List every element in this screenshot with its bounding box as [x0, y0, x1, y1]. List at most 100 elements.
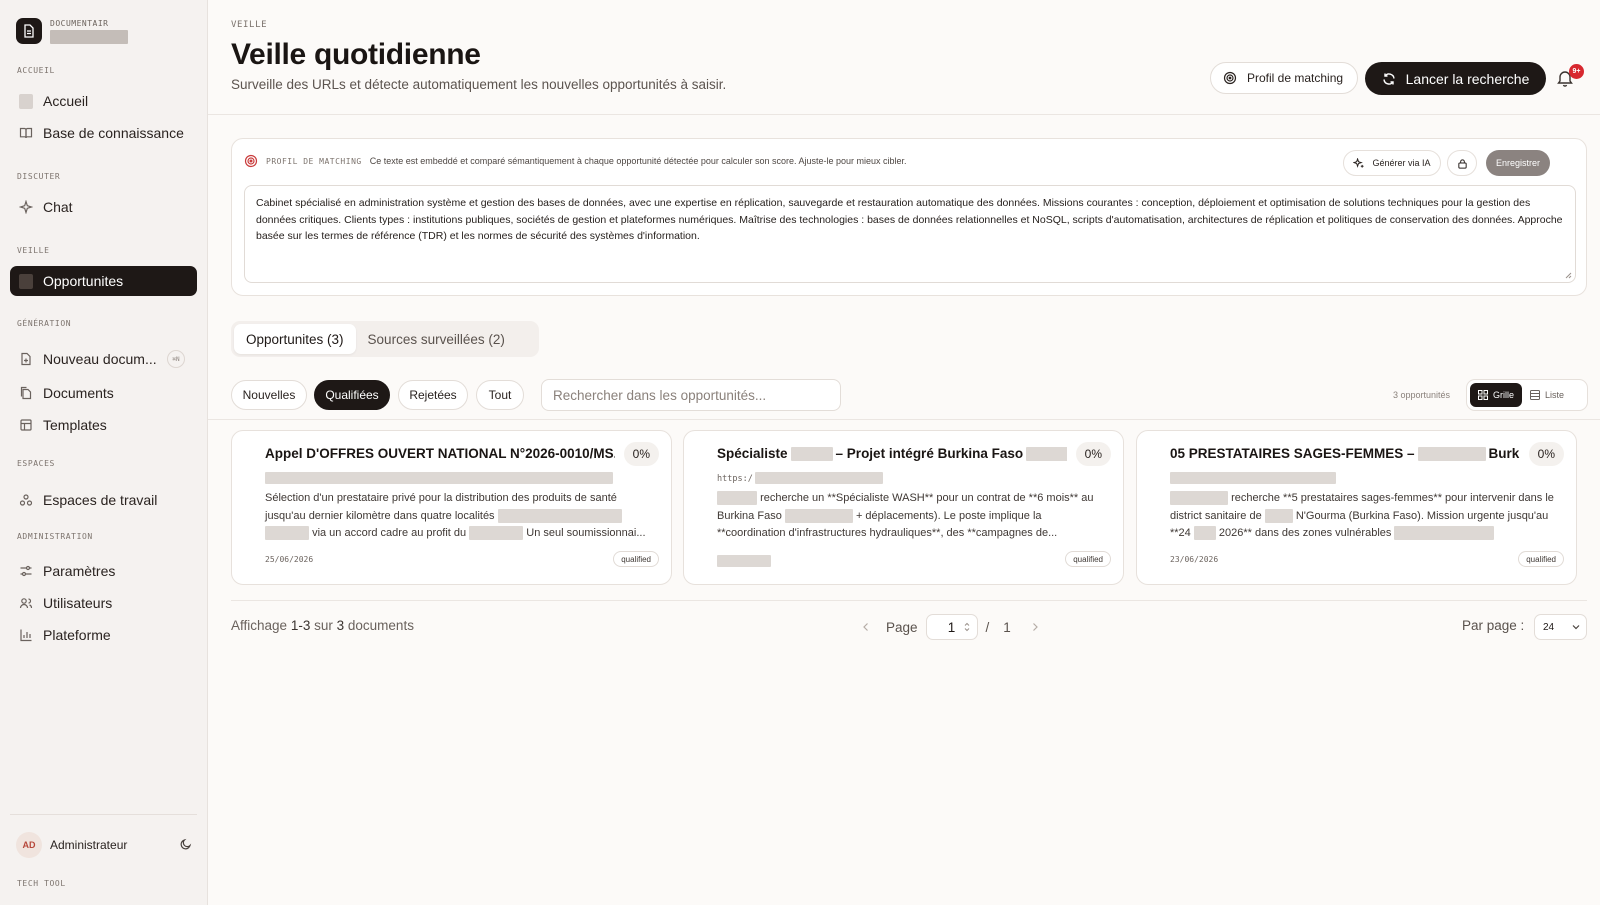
filter-rejetees[interactable]: Rejetées — [398, 380, 468, 410]
shortcut-badge: ⌘N — [167, 350, 185, 368]
sidebar-item-label: Paramètres — [43, 563, 116, 579]
redacted-text — [1193, 526, 1216, 541]
list-divider — [208, 419, 1600, 420]
page-title: Veille quotidienne — [231, 38, 481, 71]
sidebar-item-label: Accueil — [43, 93, 89, 109]
page-separator: / — [985, 619, 990, 635]
redacted-text — [790, 447, 833, 462]
save-button[interactable]: Enregistrer — [1486, 150, 1550, 176]
sidebar-item-espaces-de-travail[interactable]: Espaces de travail — [10, 485, 197, 515]
sidebar-item-label: Chat — [43, 199, 73, 215]
sidebar-item-label: Utilisateurs — [43, 595, 113, 611]
view-grid-label: Grille — [1493, 390, 1515, 400]
lock-icon — [1457, 158, 1467, 169]
redacted-text — [717, 491, 757, 506]
sidebar-item-accueil[interactable]: Accueil — [10, 86, 197, 116]
sidebar-item-base-de-connaissance[interactable]: Base de connaissance — [10, 118, 197, 148]
sidebar-item-templates[interactable]: Templates — [10, 410, 197, 440]
lock-button[interactable] — [1447, 150, 1477, 176]
section-label-generation: GÉNÉRATION — [17, 319, 72, 328]
redacted-text — [497, 508, 622, 523]
opportunity-card[interactable]: Spécialiste – Projet intégré Burkina Faso… — [683, 430, 1124, 585]
sidebar-item-utilisateurs[interactable]: Utilisateurs — [10, 588, 197, 618]
section-label-accueil: ACCUEIL — [17, 66, 55, 75]
matching-profile-text: Cabinet spécialisé en administration sys… — [256, 197, 1563, 242]
redacted-text — [1394, 526, 1495, 541]
per-page-label: Par page : — [1462, 618, 1525, 633]
template-icon — [19, 418, 33, 432]
page-label: Page — [886, 619, 918, 635]
card-source — [1170, 469, 1336, 484]
card-title: Spécialiste – Projet intégré Burkina Faso — [717, 446, 1067, 462]
sidebar-item-label: Documents — [43, 385, 114, 401]
target-icon — [244, 154, 258, 168]
workspaces-icon — [19, 493, 33, 507]
generate-ai-label: Générer via IA — [1372, 158, 1431, 168]
redacted-source — [265, 471, 613, 484]
filter-tout[interactable]: Tout — [476, 380, 524, 410]
sidebar-item-opportunites[interactable]: Opportunites — [10, 266, 197, 296]
brand[interactable]: DOCUMENTAIR — [16, 18, 128, 44]
sidebar-item-plateforme[interactable]: Plateforme — [10, 620, 197, 650]
refresh-icon — [1382, 72, 1395, 85]
theme-toggle-icon[interactable] — [180, 838, 192, 853]
opportunity-card[interactable]: 05 PRESTATAIRES SAGES-FEMMES –Burkin... … — [1136, 430, 1577, 585]
card-date — [717, 555, 771, 567]
chevron-left-icon[interactable] — [862, 622, 870, 632]
per-page-select[interactable]: 24 — [1534, 614, 1587, 640]
sidebar-item-parametres[interactable]: Paramètres — [10, 556, 197, 586]
book-icon — [19, 126, 33, 140]
filter-qualifiees[interactable]: Qualifiées — [314, 380, 390, 410]
redacted-text — [784, 508, 853, 523]
user-menu[interactable]: AD Administrateur — [16, 832, 192, 858]
page-number-input[interactable]: 1 — [925, 614, 978, 640]
redacted-text — [469, 526, 524, 541]
page-total: 1 — [1003, 619, 1011, 635]
opportunity-card[interactable]: Appel D'OFFRES OUVERT NATIONAL N°2026-00… — [231, 430, 672, 585]
sidebar-item-documents[interactable]: Documents — [10, 378, 197, 408]
tab-sources-surveillees[interactable]: Sources surveillées (2) — [356, 324, 517, 354]
brand-name: DOCUMENTAIR — [50, 18, 109, 28]
file-plus-icon — [19, 352, 33, 366]
matching-profile-textarea[interactable]: Cabinet spécialisé en administration sys… — [244, 185, 1576, 283]
view-grid-button[interactable]: Grille — [1470, 383, 1523, 407]
profile-matching-label: Profil de matching — [1247, 71, 1344, 85]
sidebar-item-label: Base de connaissance — [43, 125, 184, 141]
card-source — [265, 469, 613, 484]
match-score-badge: 0% — [1528, 442, 1564, 466]
sidebar-item-label: Opportunites — [43, 273, 124, 289]
generate-ai-button[interactable]: Générer via IA — [1343, 150, 1441, 176]
sparkle-icon — [19, 200, 33, 214]
stepper-icon[interactable] — [963, 621, 971, 633]
redacted-date — [717, 555, 771, 567]
launch-search-button[interactable]: Lancer la recherche — [1365, 62, 1546, 95]
grid-icon — [1478, 390, 1488, 400]
filter-nouvelles[interactable]: Nouvelles — [231, 380, 307, 410]
card-title: Appel D'OFFRES OUVERT NATIONAL N°2026-00… — [265, 446, 615, 461]
sparkles-icon — [1353, 157, 1365, 168]
tab-opportunites[interactable]: Opportunites (3) — [234, 324, 356, 354]
document-logo-icon — [16, 18, 42, 44]
users-icon — [19, 596, 33, 610]
result-count: 3 opportunités — [1393, 390, 1451, 400]
profile-matching-button[interactable]: Profil de matching — [1210, 62, 1359, 94]
redacted-text — [1264, 508, 1293, 523]
tab-bar: Opportunites (3) Sources surveillées (2) — [231, 321, 539, 357]
card-description: recherche un **Spécialiste WASH** pour u… — [717, 491, 1094, 539]
card-source: https:/ — [717, 469, 883, 484]
status-badge: qualified — [613, 551, 659, 567]
sidebar-item-nouveau-document[interactable]: Nouveau docum... ⌘N — [10, 344, 197, 374]
list-icon — [1530, 390, 1541, 400]
redacted-source — [1170, 471, 1336, 484]
search-input[interactable]: Rechercher dans les opportunités... — [541, 379, 841, 411]
profile-description: Ce texte est embeddé et comparé sémantiq… — [369, 156, 907, 166]
resize-handle-icon[interactable] — [1564, 271, 1572, 279]
chevron-right-icon[interactable] — [1031, 622, 1039, 632]
opportunities-icon — [19, 273, 33, 289]
results-summary: Affichage 1-3 sur 3 documents — [231, 618, 414, 633]
sidebar-item-label: Espaces de travail — [43, 492, 158, 508]
section-label-administration: ADMINISTRATION — [17, 532, 93, 541]
sidebar-item-chat[interactable]: Chat — [10, 192, 197, 222]
section-label-veille: VEILLE — [17, 246, 50, 255]
view-list-button[interactable]: Liste — [1522, 383, 1572, 407]
